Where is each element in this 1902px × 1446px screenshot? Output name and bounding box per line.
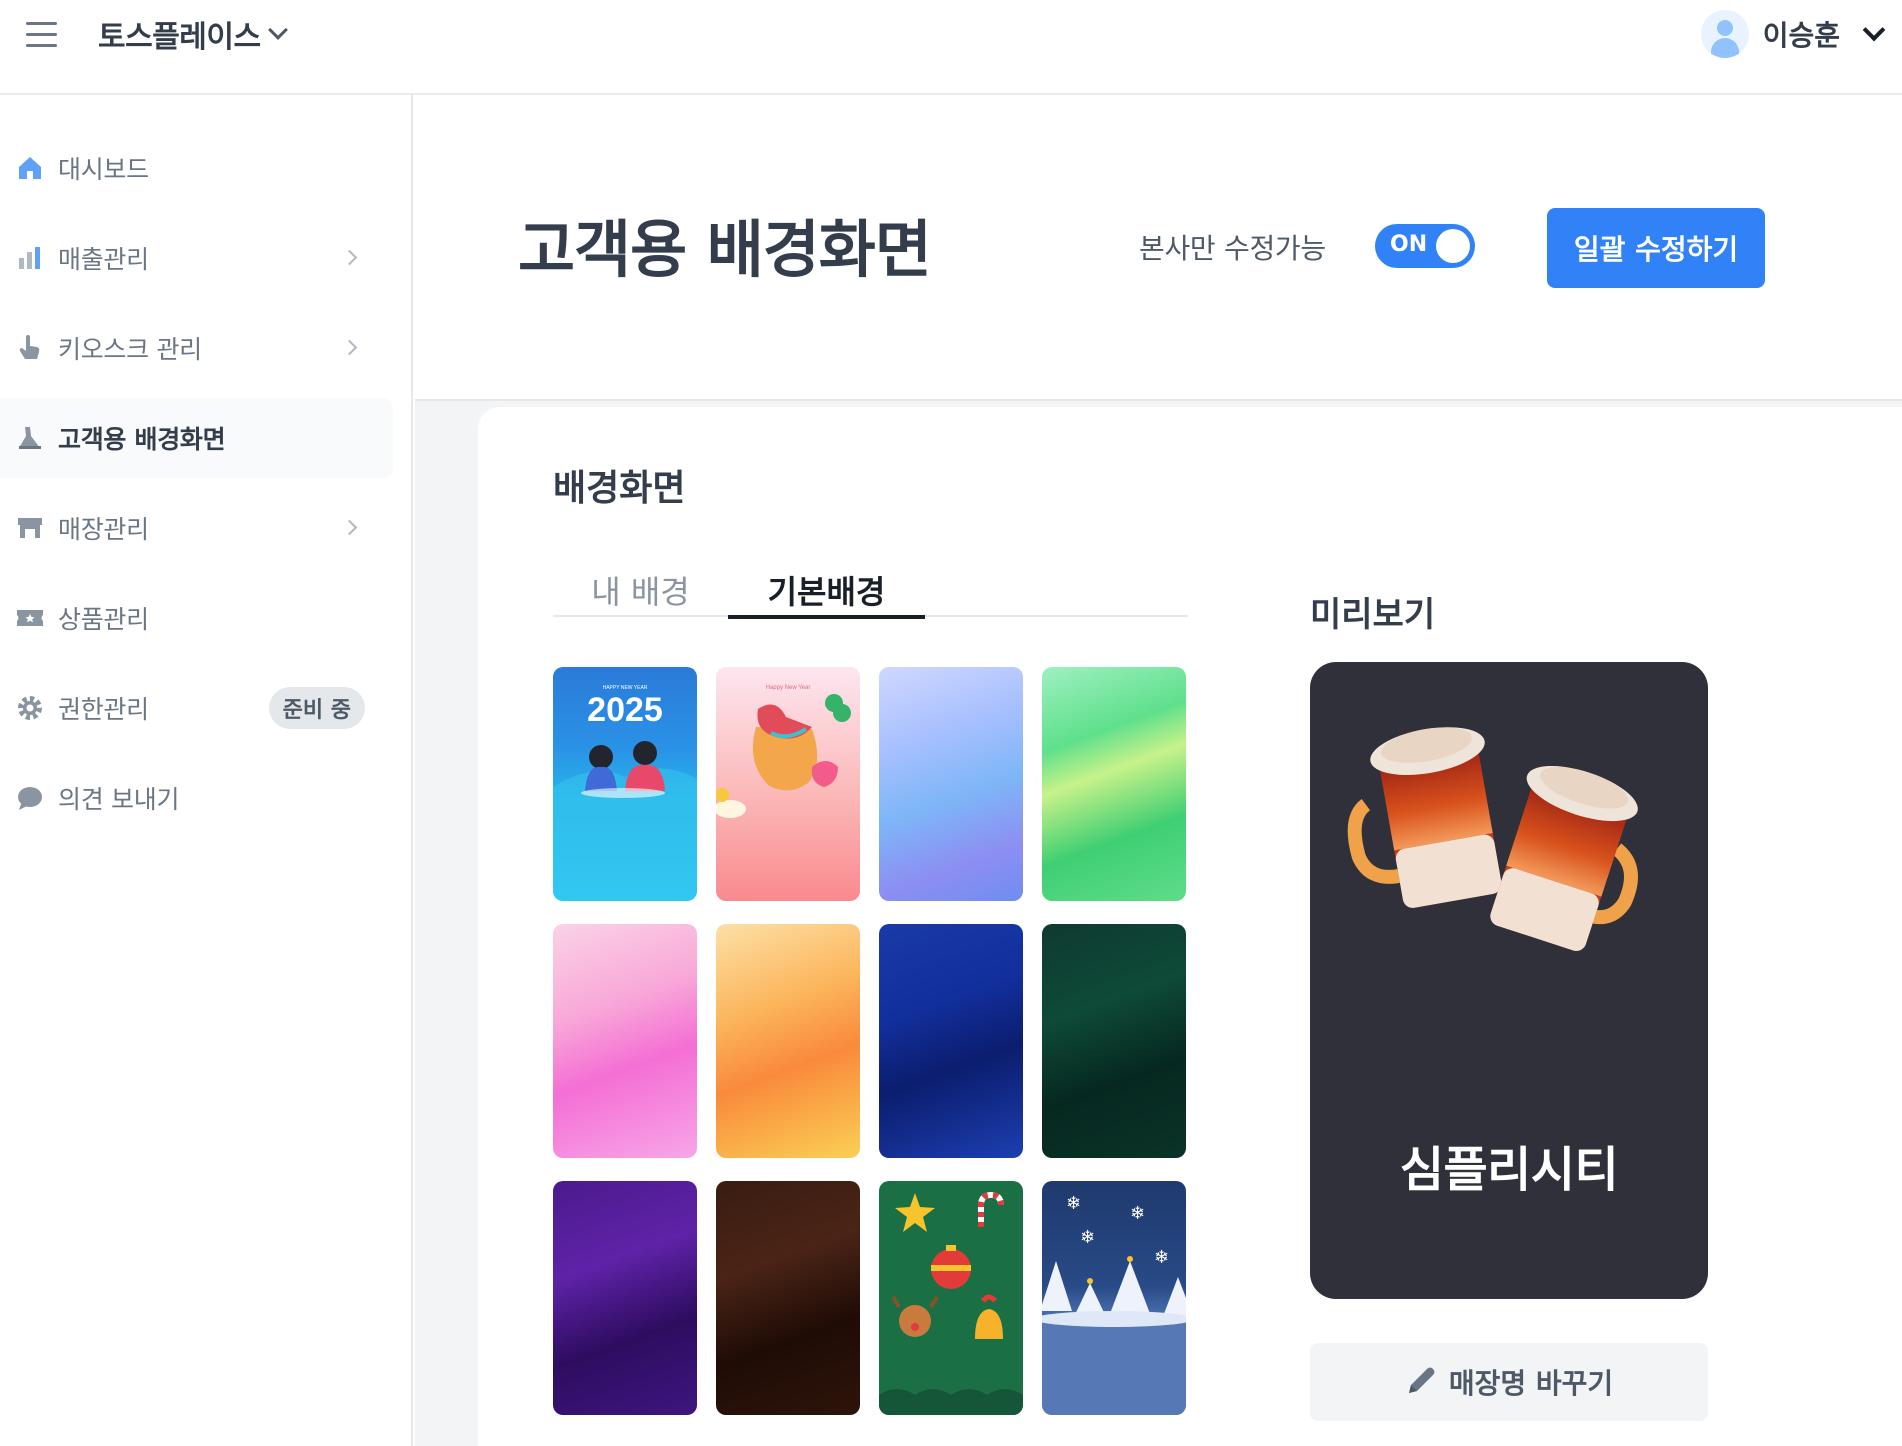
sidebar-item-customer-background[interactable]: 고객용 배경화면 — [0, 398, 393, 478]
beer-mugs-illustration — [1347, 727, 1638, 951]
thumbnail-gradient-orange[interactable] — [716, 924, 860, 1158]
preview-label: 미리보기 — [1310, 595, 1436, 635]
sidebar-item-label: 대시보드 — [58, 155, 149, 184]
sidebar-item-products[interactable]: 상품관리 — [0, 578, 393, 658]
sidebar-item-dashboard[interactable]: 대시보드 — [0, 128, 393, 208]
svg-text:❄: ❄ — [1130, 1203, 1145, 1224]
background-tabs: 내 배경 기본배경 — [553, 567, 1188, 619]
page-title: 고객용 배경화면 — [518, 213, 932, 286]
toggle-text: ON — [1390, 232, 1428, 257]
thumbnail-year-text: 2025 — [587, 691, 663, 729]
page-header: 고객용 배경화면 본사만 수정가능 ON 일괄 수정하기 — [415, 95, 1902, 401]
avatar — [1700, 10, 1749, 58]
brush-icon — [14, 422, 46, 454]
thumbnail-lucky-bag[interactable]: Happy New Year — [716, 667, 860, 901]
thumbnail-gradient-navy[interactable] — [879, 924, 1023, 1158]
thumbnail-gradient-blue-purple[interactable] — [879, 667, 1023, 901]
chevron-right-icon — [341, 519, 358, 536]
store-icon — [14, 512, 46, 544]
rename-store-button[interactable]: 매장명 바꾸기 — [1310, 1343, 1708, 1421]
background-section: 배경화면 내 배경 기본배경 HAPPY NEW YEAR 2025 Happy… — [478, 407, 1902, 1446]
status-badge: 준비 중 — [268, 687, 365, 729]
toggle-knob — [1436, 229, 1470, 263]
sidebar-item-label: 상품관리 — [58, 605, 149, 634]
chat-bubble-icon — [14, 782, 46, 814]
bar-chart-icon — [14, 242, 46, 274]
pencil-icon — [1405, 1363, 1439, 1401]
thumbnail-gradient-pink[interactable] — [553, 924, 697, 1158]
user-name: 이승훈 — [1762, 19, 1840, 52]
home-icon — [14, 152, 46, 184]
permission-label: 본사만 수정가능 — [1139, 232, 1326, 265]
sidebar-item-label: 고객용 배경화면 — [58, 425, 226, 454]
thumbnail-snowy-trees[interactable]: ❄ ❄ ❄ ❄ — [1042, 1181, 1186, 1415]
top-bar: 토스플레이스 이승훈 — [0, 0, 1902, 95]
bulk-edit-button[interactable]: 일괄 수정하기 — [1547, 208, 1765, 288]
sidebar-item-sales[interactable]: 매출관리 — [0, 218, 393, 298]
hq-only-edit-toggle[interactable]: ON — [1375, 224, 1475, 268]
sidebar-item-label: 의견 보내기 — [58, 785, 180, 814]
svg-text:❄: ❄ — [1066, 1193, 1081, 1214]
rename-store-label: 매장명 바꾸기 — [1448, 1367, 1614, 1400]
sidebar-item-permissions[interactable]: 권한관리 준비 중 — [0, 668, 393, 748]
tab-my-background[interactable]: 내 배경 — [553, 567, 728, 617]
thumbnail-new-year-2025[interactable]: HAPPY NEW YEAR 2025 — [553, 667, 697, 901]
gear-icon — [14, 692, 46, 724]
chevron-down-icon — [1862, 18, 1886, 42]
brand-switcher[interactable]: 토스플레이스 — [98, 10, 288, 58]
sidebar-item-feedback[interactable]: 의견 보내기 — [0, 758, 393, 838]
sidebar-item-label: 권한관리 — [58, 695, 149, 724]
chevron-right-icon — [341, 249, 358, 266]
user-menu[interactable]: 이승훈 — [1700, 10, 1886, 58]
preview-store-name: 심플리시티 — [1399, 1142, 1619, 1198]
chevron-down-icon — [267, 20, 288, 40]
thumbnail-christmas-ornaments[interactable] — [879, 1181, 1023, 1415]
brand-name: 토스플레이스 — [98, 20, 261, 55]
sidebar-item-label: 매장관리 — [58, 515, 149, 544]
svg-text:❄: ❄ — [1154, 1247, 1169, 1268]
thumbnail-gradient-dark-green[interactable] — [1042, 924, 1186, 1158]
thumbnail-gradient-purple[interactable] — [553, 1181, 697, 1415]
thumbnail-gradient-brown[interactable] — [716, 1181, 860, 1415]
svg-text:❄: ❄ — [1080, 1227, 1095, 1248]
sidebar-item-label: 키오스크 관리 — [58, 335, 202, 364]
tab-basic-background[interactable]: 기본배경 — [728, 567, 925, 619]
menu-icon[interactable] — [24, 18, 60, 52]
section-title: 배경화면 — [553, 468, 686, 509]
thumbnail-caption: Happy New Year — [766, 685, 811, 691]
chevron-right-icon — [341, 339, 358, 356]
sidebar-item-store[interactable]: 매장관리 — [0, 488, 393, 568]
preview-screen: 심플리시티 — [1310, 662, 1708, 1299]
main-content: 고객용 배경화면 본사만 수정가능 ON 일괄 수정하기 배경화면 내 배경 기… — [415, 95, 1902, 1446]
thumbnail-gradient-green[interactable] — [1042, 667, 1186, 901]
hand-pointer-icon — [14, 332, 46, 364]
sidebar: 대시보드 매출관리 키오스크 관리 고객용 배경화면 매장관리 상품관리 권한관… — [0, 95, 413, 1446]
sidebar-item-kiosk[interactable]: 키오스크 관리 — [0, 308, 393, 388]
sidebar-item-label: 매출관리 — [58, 245, 149, 274]
ticket-icon — [14, 602, 46, 634]
